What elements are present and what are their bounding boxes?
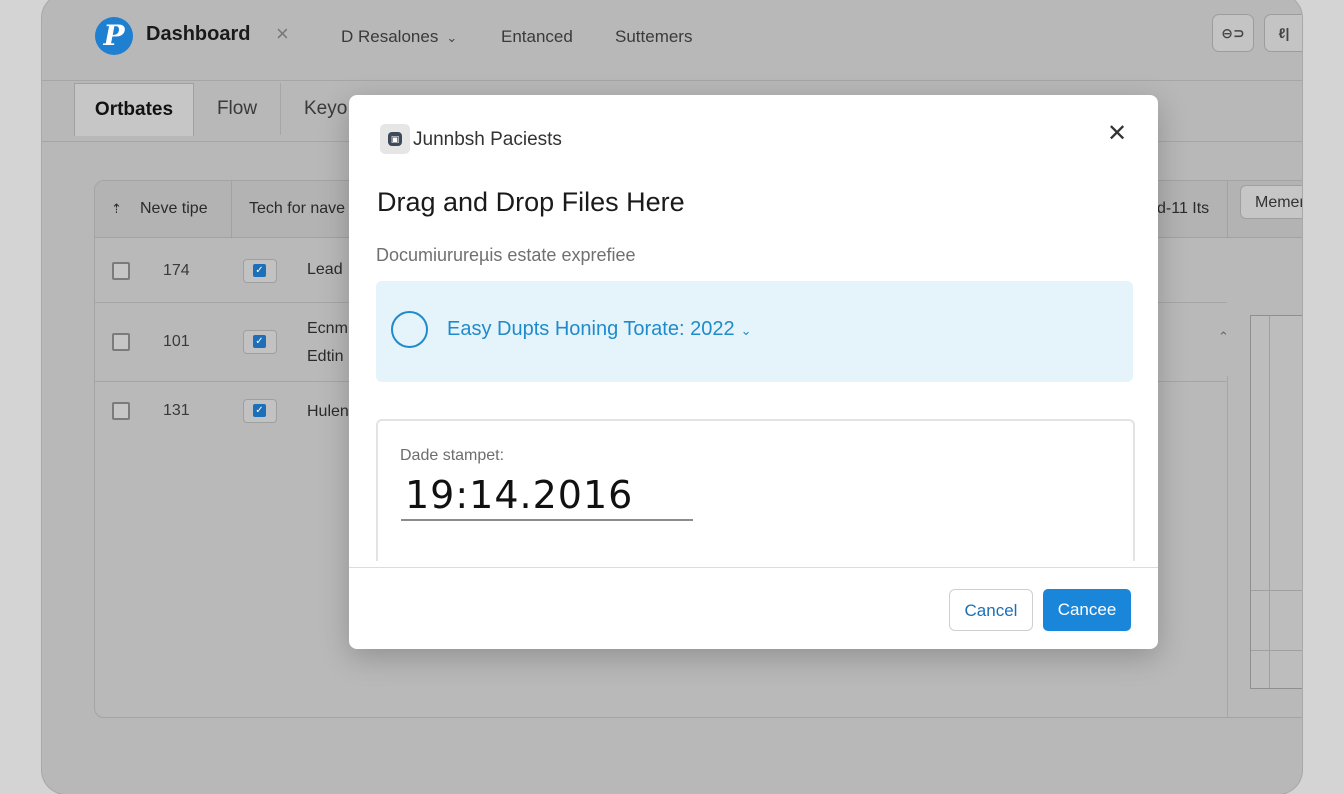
column-header-items[interactable]: d-11 Its (1157, 200, 1209, 218)
grid-line (1269, 316, 1270, 688)
column-divider (1227, 376, 1228, 717)
row-checkbox[interactable] (112, 402, 130, 420)
dialog-title: Drag and Drop Files Here (377, 187, 685, 217)
row-text: Hulen (307, 403, 349, 420)
cancel-button[interactable]: Cancel (949, 589, 1033, 631)
row-text: Ecnm Edtin (307, 320, 348, 365)
row-number: 174 (163, 262, 190, 279)
text-icon[interactable]: ℓ| (1264, 14, 1302, 52)
row-toggle[interactable]: ✓ (243, 330, 277, 354)
dropzone-option-label: Easy Dupts Honing Torate: 2022 (447, 318, 735, 340)
members-button[interactable]: Memer (1240, 185, 1302, 219)
row-number: 101 (163, 333, 190, 350)
footer-divider (349, 567, 1158, 568)
top-navigation-bar: P Dashboard × D Resalones ⌄ Entanced Sutt… (42, 0, 1302, 81)
date-stamp-input[interactable]: 19:14.2016 (401, 473, 693, 521)
date-stamp-field[interactable]: Dade stampet: 19:14.2016 (376, 419, 1135, 561)
check-icon: ✓ (253, 264, 266, 277)
date-stamp-label: Dade stampet: (400, 447, 505, 464)
column-header-neve-tipe[interactable]: Neve tipe (140, 200, 208, 218)
dialog-source-label: Junnbsh Paciests (413, 129, 562, 150)
column-divider (1227, 181, 1228, 237)
dropzone-option[interactable]: Easy Dupts Honing Torate: 2022 ⌄ (447, 318, 752, 341)
grid-line (1251, 590, 1302, 591)
tab-flow[interactable]: Flow (194, 83, 281, 135)
app-title: Dashboard (146, 23, 251, 45)
nav-item-label: D Resalones (341, 27, 439, 46)
row-text: Lead (307, 261, 343, 278)
nav-item-suttemers[interactable]: Suttemers (615, 27, 692, 47)
upload-dialog: ▣ Junnbsh Paciests ✕ Drag and Drop Files… (349, 95, 1158, 649)
chevron-down-icon: ⌄ (446, 30, 458, 45)
sort-icon[interactable]: ⇡ (111, 201, 122, 217)
confirm-button[interactable]: Cancee (1043, 589, 1131, 631)
chevron-down-icon: ⌄ (740, 323, 752, 338)
column-divider (231, 181, 232, 237)
tab-ortbates[interactable]: Ortbates (74, 83, 194, 136)
nav-item-resalones[interactable]: D Resalones ⌄ (341, 27, 457, 47)
check-icon: ✓ (253, 335, 266, 348)
dialog-subtitle: Documiurureµis estate exprefiee (376, 245, 636, 265)
row-checkbox[interactable] (112, 262, 130, 280)
close-dashboard-icon[interactable]: × (276, 23, 289, 45)
app-logo-icon[interactable]: P (95, 17, 133, 55)
file-dropzone[interactable]: Easy Dupts Honing Torate: 2022 ⌄ (376, 281, 1133, 382)
row-number: 131 (163, 402, 190, 419)
column-header-tech-for-nave[interactable]: Tech for nave (249, 200, 345, 218)
radio-circle-icon[interactable] (391, 311, 428, 348)
grid-line (1251, 650, 1302, 651)
side-grid (1250, 315, 1302, 689)
row-checkbox[interactable] (112, 333, 130, 351)
check-icon: ✓ (253, 404, 266, 417)
caret-icon[interactable]: ⌃ (1218, 329, 1229, 345)
link-icon[interactable]: ⊖⊃ (1212, 14, 1254, 52)
nav-item-entanced[interactable]: Entanced (501, 27, 573, 47)
close-icon[interactable]: ✕ (1105, 121, 1129, 147)
row-toggle[interactable]: ✓ (243, 399, 277, 423)
row-toggle[interactable]: ✓ (243, 259, 277, 283)
package-icon: ▣ (380, 124, 410, 154)
